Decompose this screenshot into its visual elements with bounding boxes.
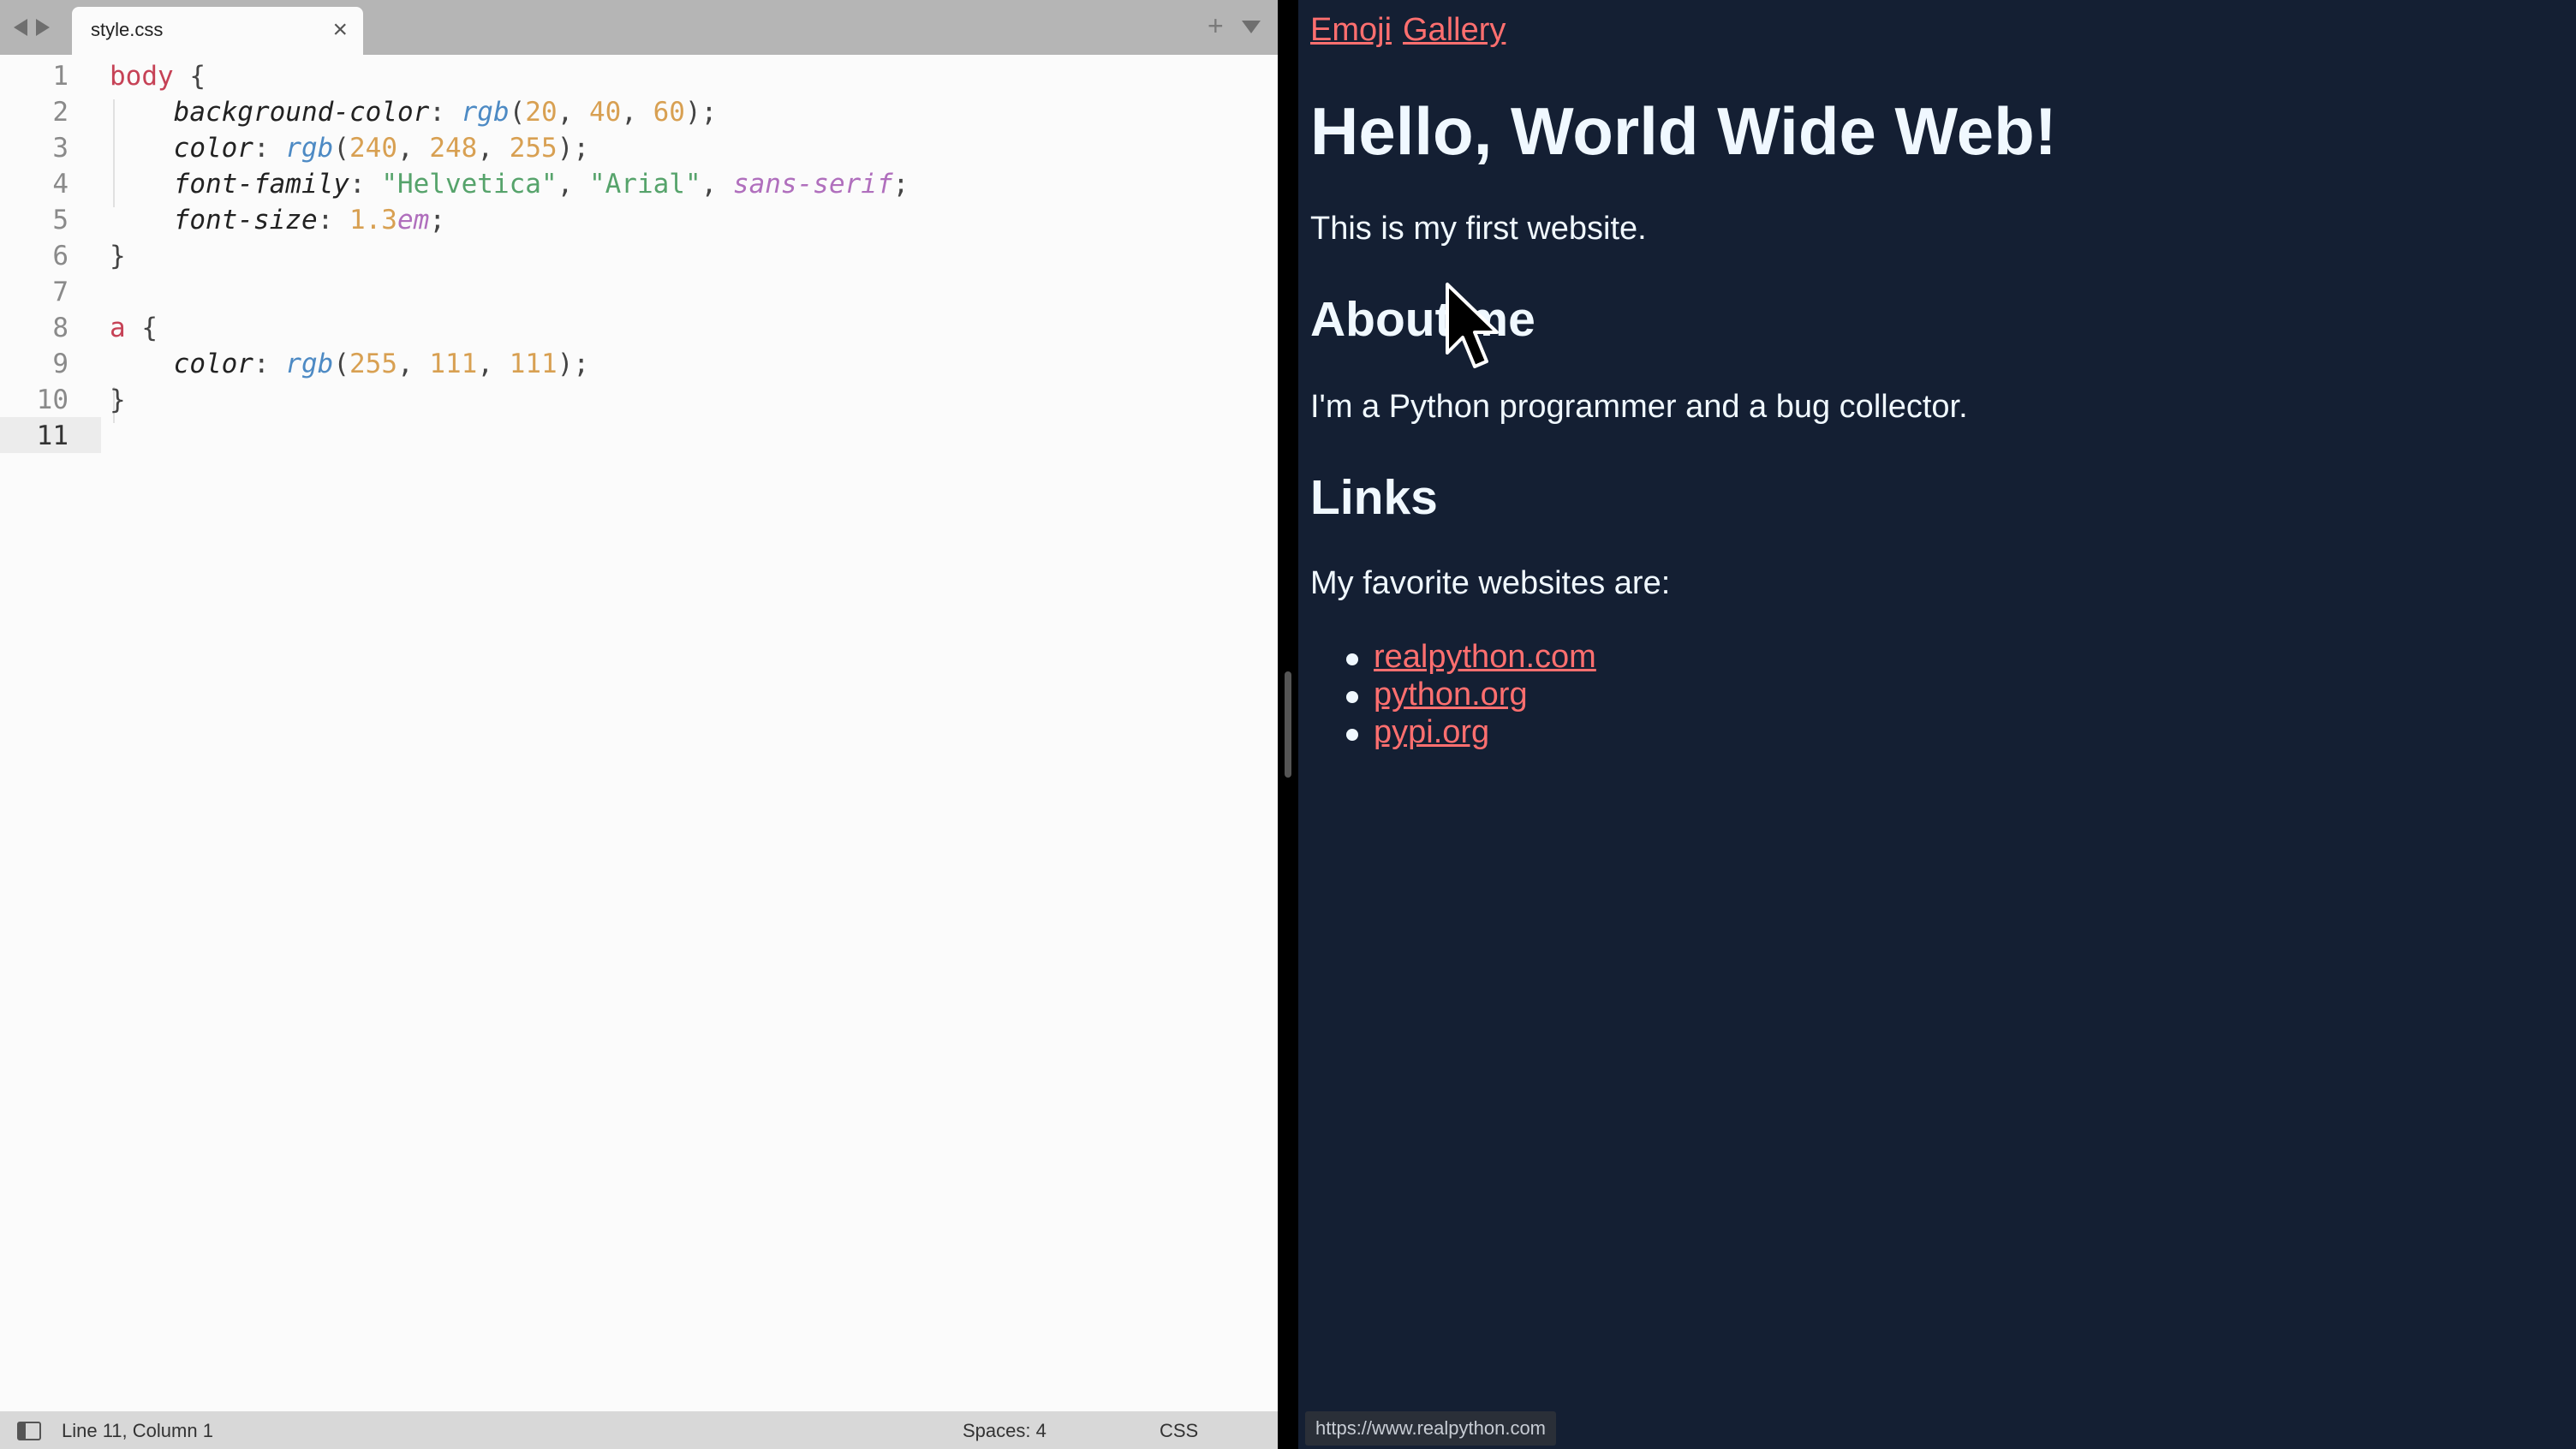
page-heading: Hello, World Wide Web! — [1310, 93, 2057, 169]
code-line-6: } — [110, 241, 126, 271]
code-line-10: } — [110, 385, 126, 415]
new-tab-plus-icon[interactable]: + — [1208, 10, 1224, 41]
line-number: 1 — [52, 61, 69, 92]
links-heading: Links — [1310, 470, 1438, 525]
line-number: 8 — [52, 313, 69, 343]
list-bullet — [1346, 653, 1358, 665]
line-number-gutter: 1 2 3 4 5 6 7 8 9 10 11 — [0, 55, 101, 1411]
code-line-3: color: rgb(240, 248, 255); — [173, 133, 590, 164]
pane-resize-handle[interactable] — [1285, 671, 1291, 778]
intro-paragraph: This is my first website. — [1310, 211, 1647, 247]
links-intro-paragraph: My favorite websites are: — [1310, 565, 1671, 601]
line-number: 3 — [52, 133, 69, 164]
list-bullet — [1346, 691, 1358, 703]
code-line-1: body { — [110, 61, 206, 92]
line-number: 2 — [52, 97, 69, 128]
link-python-org[interactable]: python.org — [1374, 677, 1528, 713]
code-editor[interactable]: style.css × + 1 2 3 4 5 6 7 8 9 10 11 bo… — [0, 0, 1278, 1449]
code-line-9: color: rgb(255, 111, 111); — [173, 349, 590, 379]
line-number: 6 — [52, 241, 69, 271]
line-number: 7 — [52, 277, 69, 307]
status-bar: Line 11, Column 1 Spaces: 4 CSS — [0, 1411, 1278, 1449]
sidebar-toggle-icon[interactable] — [17, 1422, 41, 1440]
indentation-setting[interactable]: Spaces: 4 — [963, 1420, 1046, 1442]
tab-nav-arrows[interactable] — [14, 15, 62, 39]
link-hover-status-url: https://www.realpython.com — [1305, 1411, 1557, 1446]
nav-link-gallery[interactable]: Gallery — [1403, 12, 1506, 49]
nav-link-emoji[interactable]: Emoji — [1310, 12, 1392, 49]
code-line-4: font-family: "Helvetica", "Arial", sans-… — [173, 169, 909, 200]
line-number: 10 — [36, 385, 69, 415]
line-number: 9 — [52, 349, 69, 379]
link-realpython[interactable]: realpython.com — [1374, 639, 1596, 676]
about-paragraph: I'm a Python programmer and a bug collec… — [1310, 389, 1968, 425]
list-bullet — [1346, 729, 1358, 741]
tab-style-css[interactable]: style.css × — [72, 7, 363, 55]
line-number-current: 11 — [36, 420, 69, 451]
mouse-pointer-icon — [1446, 283, 1499, 368]
tab-menu-chevron-down-icon[interactable] — [1242, 21, 1261, 33]
code-line-2: background-color: rgb(20, 40, 60); — [173, 97, 718, 128]
code-line-5: font-size: 1.3em; — [173, 205, 445, 236]
browser-preview: Emoji Gallery Hello, World Wide Web! Thi… — [1298, 0, 2576, 1449]
line-number: 5 — [52, 205, 69, 236]
close-icon[interactable]: × — [332, 15, 348, 45]
chevron-left-icon[interactable] — [14, 19, 27, 36]
line-number: 4 — [52, 169, 69, 200]
tab-bar: style.css × + — [0, 0, 1278, 55]
syntax-selector[interactable]: CSS — [1160, 1420, 1198, 1442]
chevron-right-icon[interactable] — [36, 19, 50, 36]
cursor-position[interactable]: Line 11, Column 1 — [62, 1420, 213, 1442]
link-pypi[interactable]: pypi.org — [1374, 714, 1489, 751]
code-line-8: a { — [110, 313, 158, 343]
tab-title: style.css — [91, 19, 164, 40]
